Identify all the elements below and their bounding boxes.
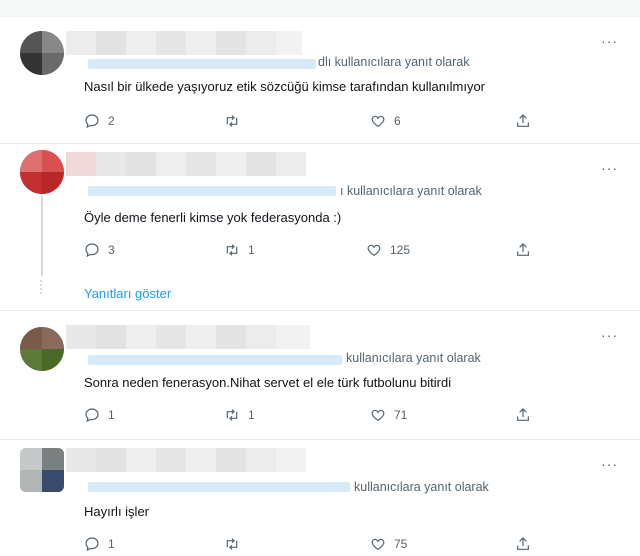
retweet-icon bbox=[226, 115, 238, 127]
retweet-icon bbox=[226, 244, 238, 256]
reply-icon bbox=[85, 408, 99, 423]
show-replies-link[interactable]: Yanıtları göster bbox=[84, 286, 171, 301]
retweet-button[interactable] bbox=[224, 536, 248, 552]
reply-button[interactable]: 2 bbox=[84, 113, 115, 129]
reply-icon bbox=[85, 537, 99, 552]
heart-icon bbox=[371, 409, 385, 422]
blurred-username bbox=[66, 152, 306, 176]
reply-count: 2 bbox=[108, 114, 115, 128]
more-options-icon[interactable]: ··· bbox=[601, 33, 618, 49]
thread-line bbox=[41, 196, 43, 276]
reply-to-label: dlı kullanıcılara yanıt olarak bbox=[318, 55, 470, 69]
avatar[interactable] bbox=[20, 31, 64, 75]
reply-count: 1 bbox=[108, 408, 115, 422]
more-options-icon[interactable]: ··· bbox=[601, 327, 618, 343]
share-button[interactable] bbox=[515, 242, 539, 258]
heart-icon bbox=[367, 244, 381, 257]
more-options-icon[interactable]: ··· bbox=[601, 456, 618, 472]
reply-button[interactable]: 1 bbox=[84, 407, 115, 423]
retweet-icon bbox=[226, 409, 238, 421]
like-button[interactable]: 71 bbox=[370, 407, 407, 423]
reply-to-label: kullanıcılara yanıt olarak bbox=[346, 351, 481, 365]
top-bar bbox=[0, 0, 640, 17]
like-count: 125 bbox=[390, 243, 411, 257]
reply-count: 3 bbox=[108, 243, 115, 257]
reply-to-label: kullanıcılara yanıt olarak bbox=[354, 480, 489, 494]
like-button[interactable]: 6 bbox=[370, 113, 401, 129]
share-icon bbox=[517, 537, 529, 550]
retweet-count: 1 bbox=[248, 243, 255, 257]
retweet-count: 1 bbox=[248, 408, 255, 422]
retweet-icon bbox=[226, 538, 238, 550]
like-count: 71 bbox=[394, 408, 408, 422]
tweet-3[interactable]: kullanıcılara yanıt olarak Sonra neden f… bbox=[0, 311, 640, 440]
like-count: 75 bbox=[394, 537, 408, 551]
like-button[interactable]: 75 bbox=[370, 536, 407, 552]
avatar[interactable] bbox=[20, 448, 64, 492]
share-button[interactable] bbox=[515, 113, 539, 129]
retweet-button[interactable] bbox=[224, 113, 248, 129]
reply-count: 1 bbox=[108, 537, 115, 551]
retweet-button[interactable]: 1 bbox=[224, 407, 255, 423]
reply-icon bbox=[85, 243, 99, 258]
avatar[interactable] bbox=[20, 327, 64, 371]
share-icon bbox=[517, 408, 529, 421]
tweet-text: Nasıl bir ülkede yaşıyoruz etik sözcüğü … bbox=[84, 79, 486, 94]
blurred-username bbox=[66, 448, 306, 472]
tweet-text: Hayırlı işler bbox=[84, 504, 150, 519]
reply-button[interactable]: 1 bbox=[84, 536, 115, 552]
like-button[interactable]: 125 bbox=[366, 242, 410, 258]
tweet-text: Öyle deme fenerli kimse yok federasyonda… bbox=[84, 210, 342, 225]
more-options-icon[interactable]: ··· bbox=[601, 160, 618, 176]
heart-icon bbox=[371, 538, 385, 551]
reply-button[interactable]: 3 bbox=[84, 242, 115, 258]
blurred-handle bbox=[88, 59, 316, 69]
share-icon bbox=[517, 243, 529, 256]
blurred-handle bbox=[88, 355, 342, 365]
reply-icon bbox=[85, 114, 99, 129]
blurred-handle bbox=[88, 482, 350, 492]
share-icon bbox=[517, 114, 529, 127]
share-button[interactable] bbox=[515, 407, 539, 423]
tweet-2[interactable]: ı kullanıcılara yanıt olarak Öyle deme f… bbox=[0, 144, 640, 311]
reply-to-label: ı kullanıcılara yanıt olarak bbox=[340, 184, 482, 198]
share-button[interactable] bbox=[515, 536, 539, 552]
tweet-text: Sonra neden fenerasyon.Nihat servet el e… bbox=[84, 375, 452, 390]
tweet-1[interactable]: dlı kullanıcılara yanıt olarak Nasıl bir… bbox=[0, 17, 640, 144]
blurred-handle bbox=[88, 186, 336, 196]
heart-icon bbox=[371, 115, 385, 128]
avatar[interactable] bbox=[20, 150, 64, 194]
thread-dots bbox=[40, 280, 46, 294]
tweet-4[interactable]: kullanıcılara yanıt olarak Hayırlı işler… bbox=[0, 440, 640, 556]
like-count: 6 bbox=[394, 114, 401, 128]
blurred-username bbox=[66, 31, 302, 55]
retweet-button[interactable]: 1 bbox=[224, 242, 255, 258]
blurred-username bbox=[66, 325, 310, 349]
